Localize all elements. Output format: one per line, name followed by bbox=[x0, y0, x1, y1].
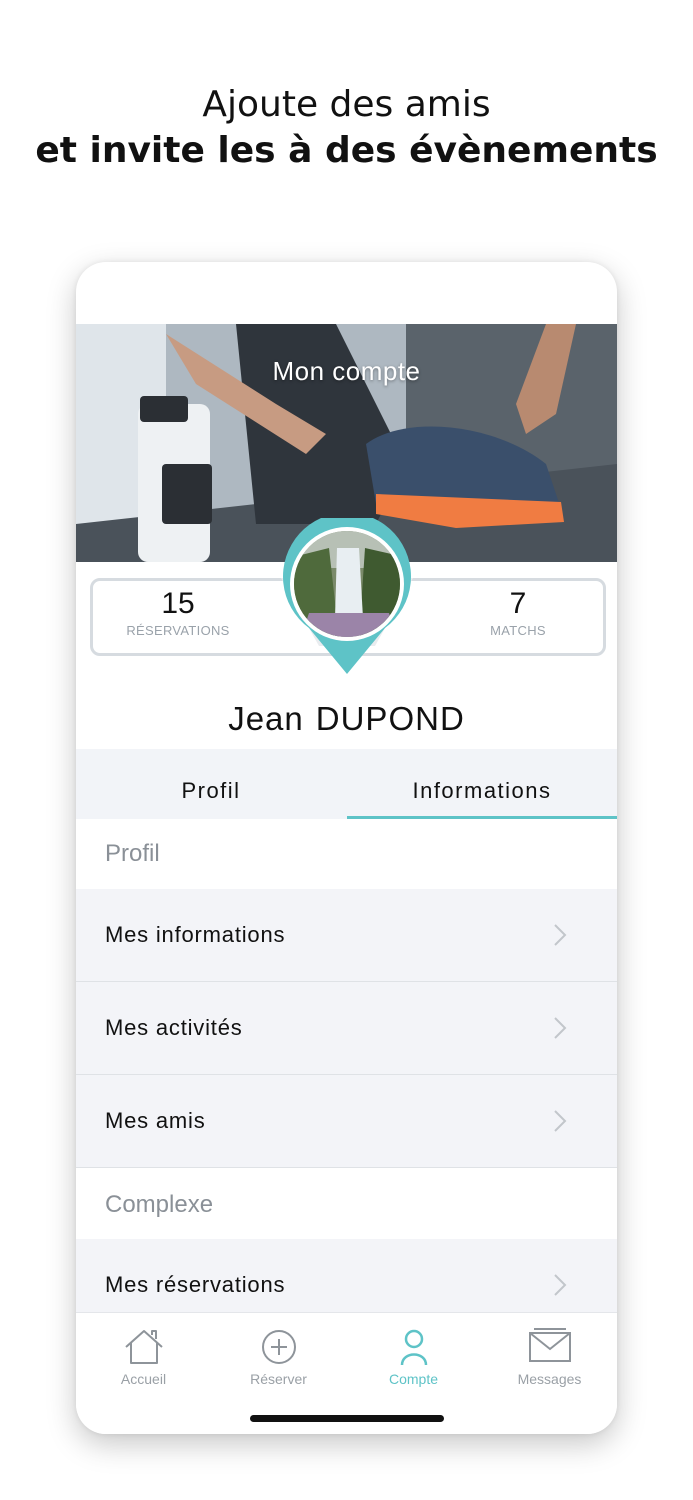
list-item-label: Mes réservations bbox=[105, 1272, 286, 1297]
headline-line-2: et invite les à des évènements bbox=[35, 130, 658, 171]
stat-reservations[interactable]: 15 RÉSERVATIONS bbox=[93, 587, 263, 638]
bottom-tab-bar: Accueil Réserver Compte Messages bbox=[76, 1312, 617, 1434]
section-title-profil: Profil bbox=[76, 819, 617, 889]
list-item-mes-amis[interactable]: Mes amis bbox=[76, 1075, 617, 1168]
list-item-label: Mes informations bbox=[105, 922, 286, 947]
chevron-right-icon bbox=[554, 924, 567, 946]
phone-frame: Mon compte 15 RÉSERVATIONS 7 MATCHS Jean… bbox=[76, 262, 617, 1434]
tabbar-messages[interactable]: Messages bbox=[482, 1327, 617, 1387]
tabbar-label: Accueil bbox=[120, 1371, 167, 1387]
avatar[interactable] bbox=[279, 518, 415, 678]
list-item-mes-informations[interactable]: Mes informations bbox=[76, 889, 617, 982]
stat-reservations-value: 15 bbox=[161, 587, 195, 620]
home-indicator[interactable] bbox=[250, 1415, 444, 1422]
stat-matchs[interactable]: 7 MATCHS bbox=[433, 587, 603, 638]
tabbar-label: Compte bbox=[388, 1371, 439, 1387]
stat-reservations-label: RÉSERVATIONS bbox=[126, 623, 230, 638]
tabbar-compte[interactable]: Compte bbox=[346, 1327, 481, 1387]
tabbar-reserver[interactable]: Réserver bbox=[211, 1327, 346, 1387]
stat-matchs-label: MATCHS bbox=[490, 623, 546, 638]
tab-profil[interactable]: Profil bbox=[76, 749, 346, 819]
tabbar-label: Messages bbox=[517, 1371, 582, 1387]
list-item-label: Mes amis bbox=[105, 1108, 206, 1133]
mail-icon bbox=[528, 1328, 571, 1362]
hero-title: Mon compte bbox=[272, 356, 421, 386]
user-name: Jean DUPOND bbox=[76, 700, 617, 738]
promo-headline: Ajoute des amis et invite les à des évèn… bbox=[0, 82, 693, 174]
chevron-right-icon bbox=[554, 1110, 567, 1132]
list-item-label: Mes activités bbox=[105, 1015, 243, 1040]
user-last-name: DUPOND bbox=[315, 700, 465, 737]
tabbar-accueil[interactable]: Accueil bbox=[76, 1327, 211, 1387]
chevron-right-icon bbox=[554, 1274, 567, 1296]
profile-tabs: Profil Informations bbox=[76, 749, 617, 819]
home-icon bbox=[124, 1330, 163, 1364]
stat-matchs-value: 7 bbox=[509, 587, 527, 620]
tab-informations[interactable]: Informations bbox=[347, 749, 617, 819]
chevron-right-icon bbox=[554, 1017, 567, 1039]
user-first-name: Jean bbox=[228, 700, 304, 737]
section-title-complexe: Complexe bbox=[76, 1170, 617, 1240]
user-icon bbox=[400, 1329, 427, 1366]
tabbar-label: Réserver bbox=[250, 1371, 307, 1387]
list-item-mes-activites[interactable]: Mes activités bbox=[76, 982, 617, 1075]
plus-circle-icon bbox=[261, 1330, 296, 1364]
headline-line-1: Ajoute des amis bbox=[202, 84, 491, 125]
